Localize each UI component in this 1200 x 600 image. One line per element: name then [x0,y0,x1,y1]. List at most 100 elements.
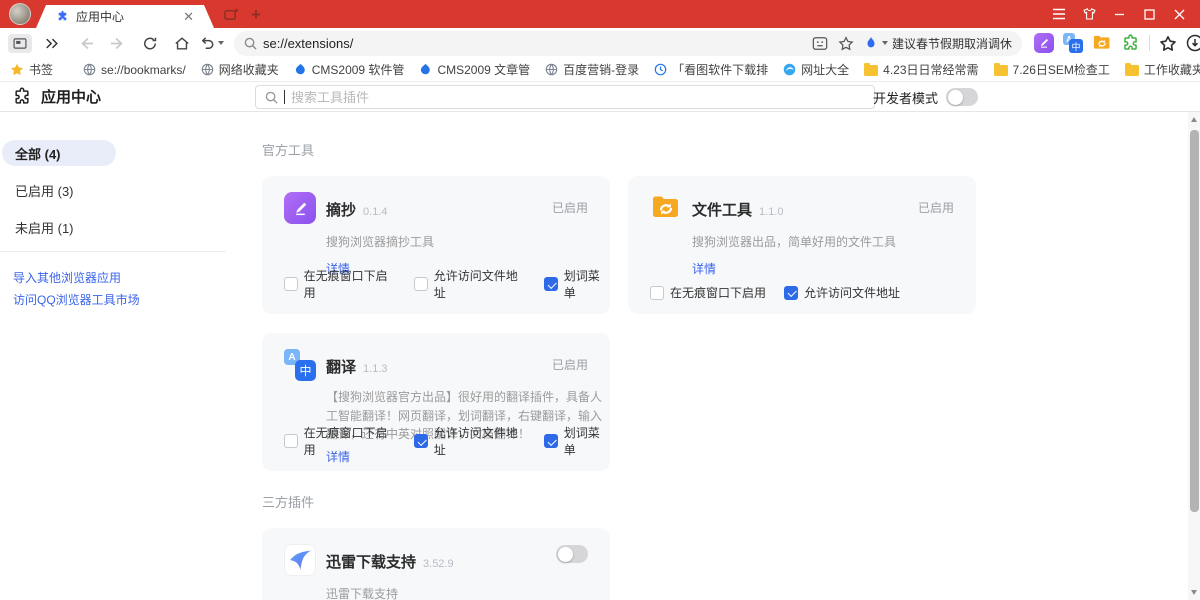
bookmark-item[interactable]: 「看图软件下载排 [654,61,768,78]
extension-name: 文件工具 [692,199,752,220]
collect-star-icon[interactable] [838,36,854,51]
option-label: 在无痕窗口下启用 [304,424,397,458]
bookmarks-label[interactable]: 书签 [10,61,53,78]
option-label: 在无痕窗口下启用 [304,267,397,301]
bookmarks-bar: 书签 se://bookmarks/ 网络收藏夹 CMS2009 软件管 CMS… [0,58,1200,82]
option-incognito[interactable]: 在无痕窗口下启用 [284,424,396,458]
extensions-page: 应用中心 开发者模式 全部 (4) 已启用 (3) 未启用 (1) 导入其他浏览… [0,82,1200,600]
toolbar: se://extensions/ 建议春节假期取消调休 A [0,28,1200,58]
filter-enabled[interactable]: 已启用 (3) [2,177,116,203]
scrollbar-thumb[interactable] [1190,130,1199,512]
hot-search-widget[interactable]: 建议春节假期取消调休 [864,35,1012,52]
menu-icon[interactable] [1044,0,1074,28]
extension-card-thunder: 迅雷下载支持 3.52.9 迅雷下载支持 详情 [262,528,610,600]
app-center-icon [12,87,32,107]
filter-disabled[interactable]: 未启用 (1) [2,214,116,240]
option-label: 允许访问文件地址 [434,267,527,301]
tab-app-center[interactable]: 应用中心 ✕ [36,5,214,28]
theme-skin-icon[interactable] [1074,0,1104,28]
bookmark-item[interactable]: 7.26日SEM检查工 [994,61,1110,78]
folder-icon [1125,65,1139,76]
app-center-puzzle-icon[interactable] [1121,34,1140,53]
text-caret [284,90,285,104]
toolbar-expand-icon[interactable] [40,31,64,55]
extension-card-file-tool: 文件工具 1.1.0 已启用 搜狗浏览器出品，简单好用的文件工具 详情 在无痕窗… [628,176,976,314]
bookmark-item[interactable]: se://bookmarks/ [83,63,186,77]
dev-mode-toggle[interactable] [946,88,978,106]
recently-closed-button[interactable] [200,31,224,55]
option-file-access[interactable]: 允许访问文件地址 [414,424,526,458]
status-badge: 已启用 [552,356,588,373]
checkbox-unchecked-icon[interactable] [284,434,298,448]
option-word-menu[interactable]: 划词菜单 [544,267,610,301]
page-scrollbar[interactable] [1188,112,1200,600]
status-badge: 已启用 [918,199,954,216]
hot-search-text[interactable]: 建议春节假期取消调休 [892,35,1012,52]
bookmark-item[interactable]: CMS2009 软件管 [294,61,405,78]
user-avatar[interactable] [9,3,31,25]
browser-window: 应用中心 ✕ + [0,0,1200,600]
minimize-button[interactable] [1104,0,1134,28]
downloads-icon[interactable] [1186,34,1200,52]
toggle-knob [948,90,963,105]
maximize-button[interactable] [1134,0,1164,28]
translate-front-glyph: 中 [295,360,316,381]
import-apps-link[interactable]: 导入其他浏览器应用 [0,266,240,288]
search-input[interactable] [291,90,865,105]
sidebar-divider [0,251,226,252]
option-file-access[interactable]: 允许访问文件地址 [784,284,900,301]
scrollbar-down-icon[interactable] [1191,590,1197,595]
option-incognito[interactable]: 在无痕窗口下启用 [650,284,766,301]
refresh-button[interactable] [138,31,162,55]
page-header: 应用中心 开发者模式 [0,82,1200,112]
file-tool-extension-icon [650,192,682,224]
tab-tools-icon[interactable] [224,8,239,21]
option-label: 划词菜单 [564,424,610,458]
checkbox-checked-icon[interactable] [544,434,558,448]
address-bar[interactable]: se://extensions/ 建议春节假期取消调休 [234,31,1022,56]
reader-mode-icon[interactable] [812,36,828,51]
extension-description: 迅雷下载支持 [326,585,604,600]
bookmark-item[interactable]: 网址大全 [783,61,849,78]
toolbar-divider [1149,35,1150,51]
swirl-icon [783,63,796,76]
checkbox-unchecked-icon[interactable] [650,286,664,300]
close-window-button[interactable] [1164,0,1194,28]
bookmark-item[interactable]: 4.23日日常经常需 [864,61,978,78]
url-text[interactable]: se://extensions/ [263,36,812,51]
option-incognito[interactable]: 在无痕窗口下启用 [284,267,396,301]
home-button[interactable] [170,31,194,55]
extension-note-icon[interactable] [1034,33,1054,53]
extension-file-tool-icon[interactable] [1092,33,1112,53]
bookmark-item[interactable]: 工作收藏夹 [1125,61,1200,78]
extension-description: 搜狗浏览器摘抄工具 [326,233,604,252]
bookmark-item[interactable]: 百度营销-登录 [545,61,639,78]
qq-market-link[interactable]: 访问QQ浏览器工具市场 [0,288,240,310]
extension-name: 迅雷下载支持 [326,551,416,572]
extension-version: 1.1.0 [759,206,783,218]
option-word-menu[interactable]: 划词菜单 [544,424,610,458]
bookmark-item[interactable]: 网络收藏夹 [201,61,279,78]
checkbox-checked-icon[interactable] [414,434,428,448]
checkbox-checked-icon[interactable] [784,286,798,300]
option-label: 允许访问文件地址 [434,424,527,458]
section-title-thirdparty: 三方插件 [262,492,1200,511]
favorites-star-icon[interactable] [1159,35,1177,52]
detail-link[interactable]: 详情 [692,260,716,277]
checkbox-checked-icon[interactable] [544,277,558,291]
search-box[interactable] [255,85,875,109]
thunder-extension-icon [284,544,316,576]
bookmark-item[interactable]: CMS2009 文章管 [419,61,530,78]
globe-icon [201,63,214,76]
extension-enable-toggle[interactable] [556,545,588,563]
checkbox-unchecked-icon[interactable] [414,277,428,291]
compact-window-button[interactable] [8,34,32,53]
scrollbar-up-icon[interactable] [1191,117,1197,122]
option-file-access[interactable]: 允许访问文件地址 [414,267,526,301]
page-title: 应用中心 [41,86,101,107]
extension-translate-icon[interactable]: A 中 [1063,33,1083,53]
tab-close-icon[interactable]: ✕ [183,10,194,23]
new-tab-button[interactable]: + [251,6,261,23]
filter-all[interactable]: 全部 (4) [2,140,116,166]
checkbox-unchecked-icon[interactable] [284,277,298,291]
